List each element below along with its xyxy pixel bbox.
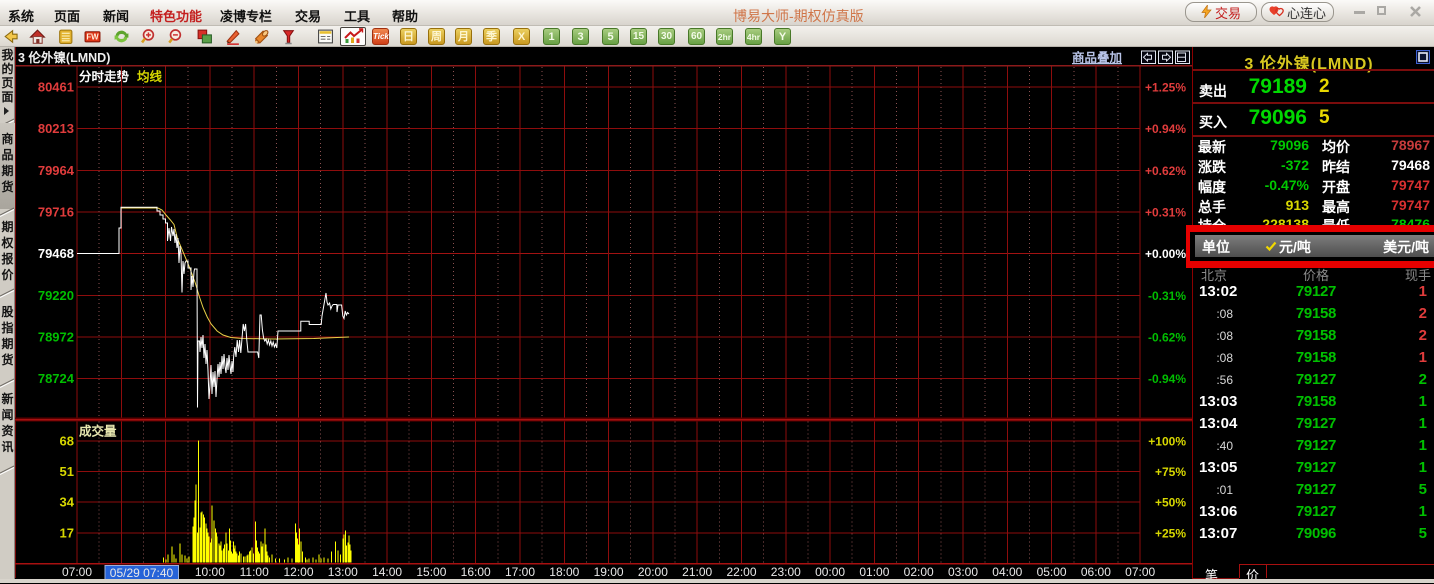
svg-text:80213: 80213 bbox=[38, 121, 74, 136]
svg-text:+100%: +100% bbox=[1148, 435, 1186, 449]
svg-text:00:00: 00:00 bbox=[815, 565, 845, 579]
svg-text:+1.25%: +1.25% bbox=[1145, 81, 1186, 95]
svg-text:06:00: 06:00 bbox=[1081, 565, 1111, 579]
svg-text:-0.62%: -0.62% bbox=[1148, 331, 1186, 345]
svg-text:商品叠加: 商品叠加 bbox=[1072, 50, 1122, 65]
svg-text:20:00: 20:00 bbox=[638, 565, 668, 579]
svg-text:+25%: +25% bbox=[1155, 526, 1186, 540]
svg-text:-0.94%: -0.94% bbox=[1148, 372, 1186, 386]
svg-text:22:00: 22:00 bbox=[726, 565, 756, 579]
svg-text:13:00: 13:00 bbox=[328, 565, 358, 579]
svg-text:12:00: 12:00 bbox=[283, 565, 313, 579]
svg-text:34: 34 bbox=[60, 495, 75, 510]
svg-text:15:00: 15:00 bbox=[416, 565, 446, 579]
svg-text:19:00: 19:00 bbox=[594, 565, 624, 579]
svg-text:51: 51 bbox=[60, 464, 74, 479]
svg-text:+0.00%: +0.00% bbox=[1145, 247, 1186, 261]
svg-text:78724: 78724 bbox=[38, 371, 75, 386]
svg-text:17: 17 bbox=[60, 525, 74, 540]
svg-text:04:00: 04:00 bbox=[992, 565, 1022, 579]
svg-text:+0.31%: +0.31% bbox=[1145, 206, 1186, 220]
svg-text:79220: 79220 bbox=[38, 288, 74, 303]
svg-text:+50%: +50% bbox=[1155, 496, 1186, 510]
svg-text:79964: 79964 bbox=[38, 163, 75, 178]
svg-text:+0.94%: +0.94% bbox=[1145, 122, 1186, 136]
svg-text:16:00: 16:00 bbox=[461, 565, 491, 579]
svg-text:79716: 79716 bbox=[38, 205, 74, 220]
svg-text:79468: 79468 bbox=[38, 246, 74, 261]
svg-text:-0.31%: -0.31% bbox=[1148, 289, 1186, 303]
svg-text:01:00: 01:00 bbox=[859, 565, 889, 579]
svg-text:3 伦外镍(LMND): 3 伦外镍(LMND) bbox=[18, 50, 110, 65]
svg-text:78972: 78972 bbox=[38, 330, 74, 345]
svg-text:17:00: 17:00 bbox=[505, 565, 535, 579]
svg-text:02:00: 02:00 bbox=[904, 565, 934, 579]
svg-text:05:00: 05:00 bbox=[1037, 565, 1067, 579]
svg-text:10:00: 10:00 bbox=[195, 565, 225, 579]
svg-text:+0.62%: +0.62% bbox=[1145, 164, 1186, 178]
svg-text:分时走势: 分时走势 bbox=[79, 69, 130, 84]
svg-text:成交量: 成交量 bbox=[79, 424, 117, 439]
svg-text:均线: 均线 bbox=[137, 69, 163, 84]
svg-text:+75%: +75% bbox=[1155, 465, 1186, 479]
svg-text:07:00: 07:00 bbox=[1125, 565, 1155, 579]
svg-text:18:00: 18:00 bbox=[549, 565, 579, 579]
svg-text:FW: FW bbox=[86, 33, 99, 42]
svg-text:68: 68 bbox=[60, 434, 74, 449]
svg-text:07:00: 07:00 bbox=[62, 565, 92, 579]
svg-text:14:00: 14:00 bbox=[372, 565, 402, 579]
svg-text:23:00: 23:00 bbox=[771, 565, 801, 579]
svg-text:21:00: 21:00 bbox=[682, 565, 712, 579]
svg-text:03:00: 03:00 bbox=[948, 565, 978, 579]
svg-text:11:00: 11:00 bbox=[240, 565, 269, 579]
svg-text:80461: 80461 bbox=[38, 80, 74, 95]
